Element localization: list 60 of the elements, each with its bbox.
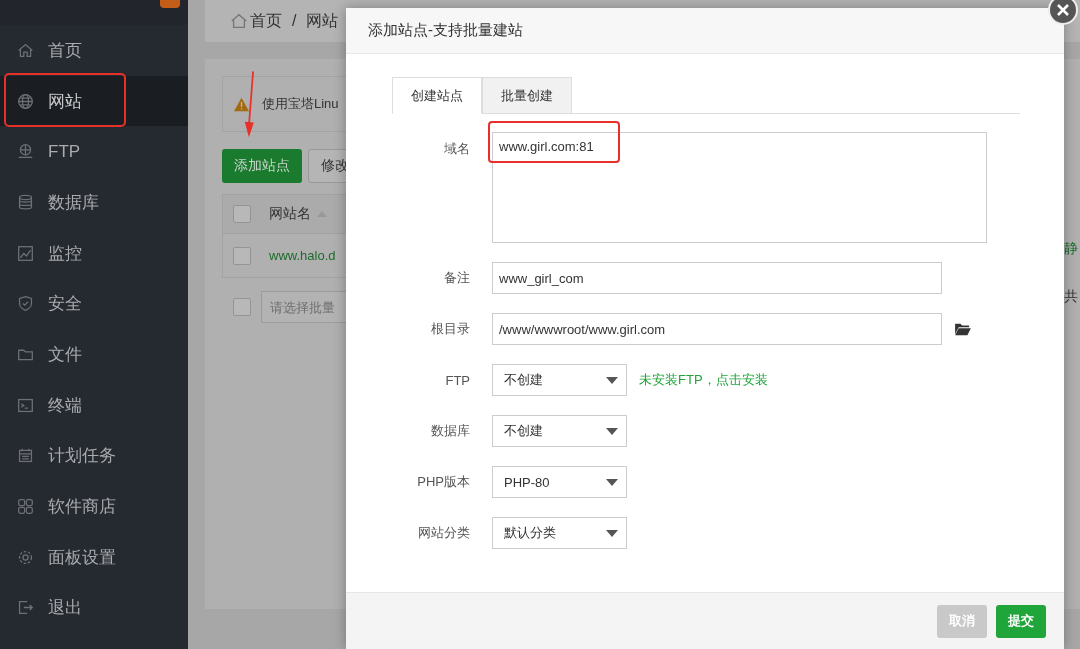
caret-icon: [606, 427, 618, 435]
column-header[interactable]: 网站名: [269, 205, 311, 223]
folder-icon[interactable]: [954, 322, 972, 336]
field-label: FTP: [444, 372, 471, 388]
field-label: PHP版本: [416, 473, 471, 491]
checkbox[interactable]: [233, 298, 251, 316]
chart-icon: [17, 244, 34, 262]
select-field[interactable]: 不创建: [492, 415, 627, 447]
path-field[interactable]: /www/wwwroot/www.girl.com: [492, 313, 942, 345]
caret-icon: [606, 478, 618, 486]
calendar-icon: [17, 447, 34, 465]
checkbox[interactable]: [233, 205, 251, 223]
close-icon[interactable]: [1048, 0, 1078, 25]
breadcrumb-item[interactable]: 首页: [250, 10, 282, 32]
tab[interactable]: 创建站点: [392, 77, 482, 114]
dialog-title: 添加站点-支持批量建站: [368, 21, 523, 40]
sidebar-item[interactable]: 面板设置: [0, 531, 188, 583]
sidebar-item[interactable]: 网站: [0, 75, 188, 127]
sidebar-item[interactable]: FTP: [0, 126, 188, 178]
home-icon: [230, 12, 248, 30]
page-count: 共: [1064, 288, 1078, 306]
notice-text: 使用宝塔Linu: [262, 95, 339, 113]
select-field[interactable]: PHP-80: [492, 466, 627, 498]
breadcrumb-item: /: [292, 12, 297, 30]
warning-icon: [233, 96, 250, 112]
field-label: 数据库: [430, 422, 471, 440]
select-field[interactable]: 不创建: [492, 364, 627, 396]
select-field[interactable]: 默认分类: [492, 517, 627, 549]
caret-icon: [606, 529, 618, 537]
sidebar-item[interactable]: 数据库: [0, 177, 188, 228]
add-site-button[interactable]: 添加站点: [222, 149, 302, 183]
sidebar-item[interactable]: 终端: [0, 379, 188, 431]
sidebar-item[interactable]: 安全: [0, 278, 188, 330]
grid-icon: [17, 498, 34, 516]
field-label: 域名: [443, 140, 471, 158]
globe-icon: [17, 92, 34, 110]
logout-icon: [17, 599, 34, 617]
sidebar-item[interactable]: 监控: [0, 227, 188, 279]
sidebar-item[interactable]: 文件: [0, 329, 188, 380]
domain-field[interactable]: www.girl.com:81: [492, 132, 987, 243]
sidebar-item[interactable]: 软件商店: [0, 481, 188, 532]
sidebar-item[interactable]: 退出: [0, 582, 188, 634]
database-icon: [17, 193, 34, 211]
sidebar-item[interactable]: 首页: [0, 25, 188, 76]
status-text: 静: [1064, 240, 1078, 258]
sidebar-item[interactable]: 计划任务: [0, 430, 188, 482]
install-link[interactable]: 未安装FTP，点击安装: [639, 371, 768, 389]
checkbox[interactable]: [233, 246, 251, 265]
field-label: 网站分类: [417, 524, 471, 542]
shield-icon: [17, 295, 34, 313]
terminal-icon: [17, 396, 34, 414]
field-label: 根目录: [430, 320, 471, 338]
network-icon: [17, 143, 34, 161]
caret-icon: [606, 376, 618, 384]
settings-icon: [17, 548, 34, 566]
breadcrumb-item[interactable]: 网站: [306, 10, 339, 32]
note-field[interactable]: www_girl_com: [492, 262, 942, 294]
tab[interactable]: 批量创建: [482, 77, 572, 114]
home-icon: [17, 41, 34, 59]
field-label: 备注: [443, 269, 471, 287]
